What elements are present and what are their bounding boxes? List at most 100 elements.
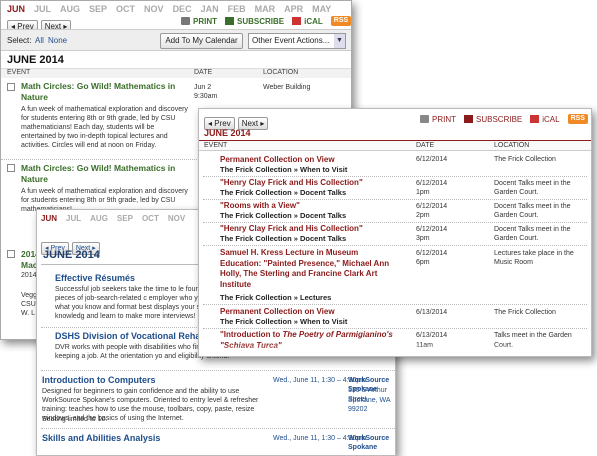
- event-checkbox[interactable]: [7, 164, 15, 172]
- select-none-link[interactable]: None: [48, 36, 67, 45]
- event-date: 6/13/2014: [416, 309, 448, 316]
- event-category[interactable]: The Frick Collection » Lectures: [220, 293, 331, 302]
- event-title-prefix: "Introduction to: [220, 330, 283, 339]
- toolbar: PRINT SUBSCRIBE iCAL RSS: [412, 114, 588, 124]
- event-title[interactable]: Permanent Collection on View: [220, 307, 335, 316]
- event-location-detail: Garden Court.: [494, 235, 539, 242]
- event-title[interactable]: Math Circles: Go Wild! Mathematics in Na…: [21, 163, 186, 185]
- event-title[interactable]: Skills and Abilities Analysis: [42, 433, 160, 443]
- event-date: Jun 2: [194, 84, 212, 91]
- event-title[interactable]: "Henry Clay Frick and His Collection": [220, 224, 363, 233]
- event-date: 6/12/2014: [416, 250, 448, 257]
- column-header-event: EVENT: [7, 69, 31, 76]
- event-title[interactable]: "Henry Clay Frick and His Collection": [220, 178, 363, 187]
- event-description: CSU: [21, 301, 36, 308]
- event-location[interactable]: WorkSource Spokane: [348, 434, 395, 452]
- event-title[interactable]: Introduction to Computers: [42, 375, 156, 385]
- ical-icon: [530, 115, 540, 123]
- rss-icon: RSS: [330, 16, 351, 26]
- action-bar: Select: All None Add To My Calendar Othe…: [1, 29, 351, 51]
- month-tab[interactable]: OCT: [142, 214, 159, 223]
- month-tab[interactable]: AUG: [90, 214, 108, 223]
- month-nav: JUN JUL AUG SEP OCT NOV: [41, 214, 194, 223]
- rss-icon: RSS: [567, 114, 588, 124]
- print-label: PRINT: [193, 16, 217, 26]
- month-title: JUNE 2014: [7, 54, 64, 66]
- subscribe-label: SUBSCRIBE: [237, 16, 285, 26]
- month-title: JUNE 2014: [204, 128, 251, 138]
- print-link[interactable]: PRINT: [181, 17, 217, 26]
- event-date: 6/13/2014: [416, 332, 448, 339]
- ical-link[interactable]: iCAL: [530, 114, 560, 124]
- ical-icon: [292, 17, 302, 25]
- event-actions-value: Other Event Actions...: [252, 36, 330, 45]
- month-tab[interactable]: MAR: [255, 4, 276, 14]
- event-title[interactable]: Samuel H. Kress Lecture in Museum Educat…: [220, 248, 398, 290]
- event-title[interactable]: "Rooms with a View": [220, 201, 300, 210]
- event-category[interactable]: The Frick Collection » When to Visit: [220, 165, 347, 174]
- event-checkbox[interactable]: [7, 250, 15, 258]
- printer-icon: [181, 17, 190, 25]
- month-tab[interactable]: APR: [284, 4, 303, 14]
- print-link[interactable]: PRINT: [420, 115, 456, 124]
- event-category[interactable]: The Frick Collection » When to Visit: [220, 317, 347, 326]
- month-tab[interactable]: SEP: [89, 4, 107, 14]
- event-actions-select[interactable]: Other Event Actions... ▼: [248, 33, 346, 49]
- event-date: 6/12/2014: [416, 226, 448, 233]
- subscribe-link[interactable]: SUBSCRIBE: [464, 115, 522, 124]
- print-label: PRINT: [432, 114, 456, 124]
- select-all-link[interactable]: All: [35, 36, 44, 45]
- event-location: Docent Talks meet in the: [494, 203, 571, 210]
- event-location: The Frick Collection: [494, 309, 556, 316]
- column-header-location: LOCATION: [263, 69, 299, 76]
- month-tab[interactable]: MAY: [312, 4, 331, 14]
- event-description: Vegg: [21, 292, 37, 299]
- event-category[interactable]: The Frick Collection » Docent Talks: [220, 188, 346, 197]
- event-title[interactable]: Math Circles: Go Wild! Mathematics in Na…: [21, 81, 186, 103]
- event-title[interactable]: DSHS Division of Vocational Rehab: [55, 331, 206, 341]
- month-tab[interactable]: JUL: [66, 214, 81, 223]
- event-category[interactable]: The Frick Collection » Docent Talks: [220, 234, 346, 243]
- event-city: Spokane, WA 99202: [348, 397, 391, 413]
- month-tab[interactable]: JUN: [41, 214, 57, 223]
- frick-calendar-panel: ◂ Prev Next ▸ PRINT SUBSCRIBE iCAL RSS JU…: [198, 108, 592, 357]
- column-header-date: DATE: [416, 142, 435, 149]
- column-header-event: EVENT: [204, 142, 228, 149]
- toolbar: PRINT SUBSCRIBE iCAL RSS: [173, 16, 351, 26]
- rss-link[interactable]: RSS: [330, 16, 351, 26]
- event-note: Seating limited to 10.: [42, 416, 108, 423]
- month-tab[interactable]: OCT: [116, 4, 135, 14]
- column-header-location: LOCATION: [494, 142, 530, 149]
- event-description: A fun week of mathematical exploration a…: [21, 106, 188, 149]
- month-tab[interactable]: AUG: [60, 4, 80, 14]
- month-tab[interactable]: FEB: [228, 4, 246, 14]
- event-location: Talks meet in the Garden: [494, 332, 572, 339]
- event-time: 6pm: [416, 259, 430, 266]
- month-tab[interactable]: JUN: [7, 4, 25, 14]
- rss-link[interactable]: RSS: [567, 114, 588, 124]
- chevron-down-icon: ▼: [334, 34, 345, 48]
- ical-link[interactable]: iCAL: [292, 17, 323, 26]
- month-title: JUNE 2014: [43, 249, 100, 261]
- month-tab[interactable]: DEC: [173, 4, 192, 14]
- event-title[interactable]: Effective Résumés: [55, 273, 135, 283]
- event-location: The Frick Collection: [494, 156, 556, 163]
- month-tab[interactable]: NOV: [168, 214, 185, 223]
- ical-label: iCAL: [542, 114, 560, 124]
- subscribe-link[interactable]: SUBSCRIBE: [225, 17, 284, 26]
- event-title[interactable]: Permanent Collection on View: [220, 155, 335, 164]
- calendar-icon: [464, 115, 473, 123]
- event-checkbox[interactable]: [7, 83, 15, 91]
- month-tab[interactable]: NOV: [144, 4, 164, 14]
- add-to-calendar-button[interactable]: Add To My Calendar: [160, 33, 243, 49]
- month-tab[interactable]: SEP: [117, 214, 133, 223]
- event-category[interactable]: The Frick Collection » Docent Talks: [220, 211, 346, 220]
- event-location: Lectures take place in the: [494, 250, 574, 257]
- event-location-detail: Music Room: [494, 259, 533, 266]
- month-tab[interactable]: JUL: [34, 4, 51, 14]
- month-tab[interactable]: JAN: [201, 4, 219, 14]
- calendar-icon: [225, 17, 234, 25]
- event-location-detail: Garden Court.: [494, 212, 539, 219]
- event-time: 9:30am: [194, 93, 218, 100]
- event-date: 6/12/2014: [416, 203, 448, 210]
